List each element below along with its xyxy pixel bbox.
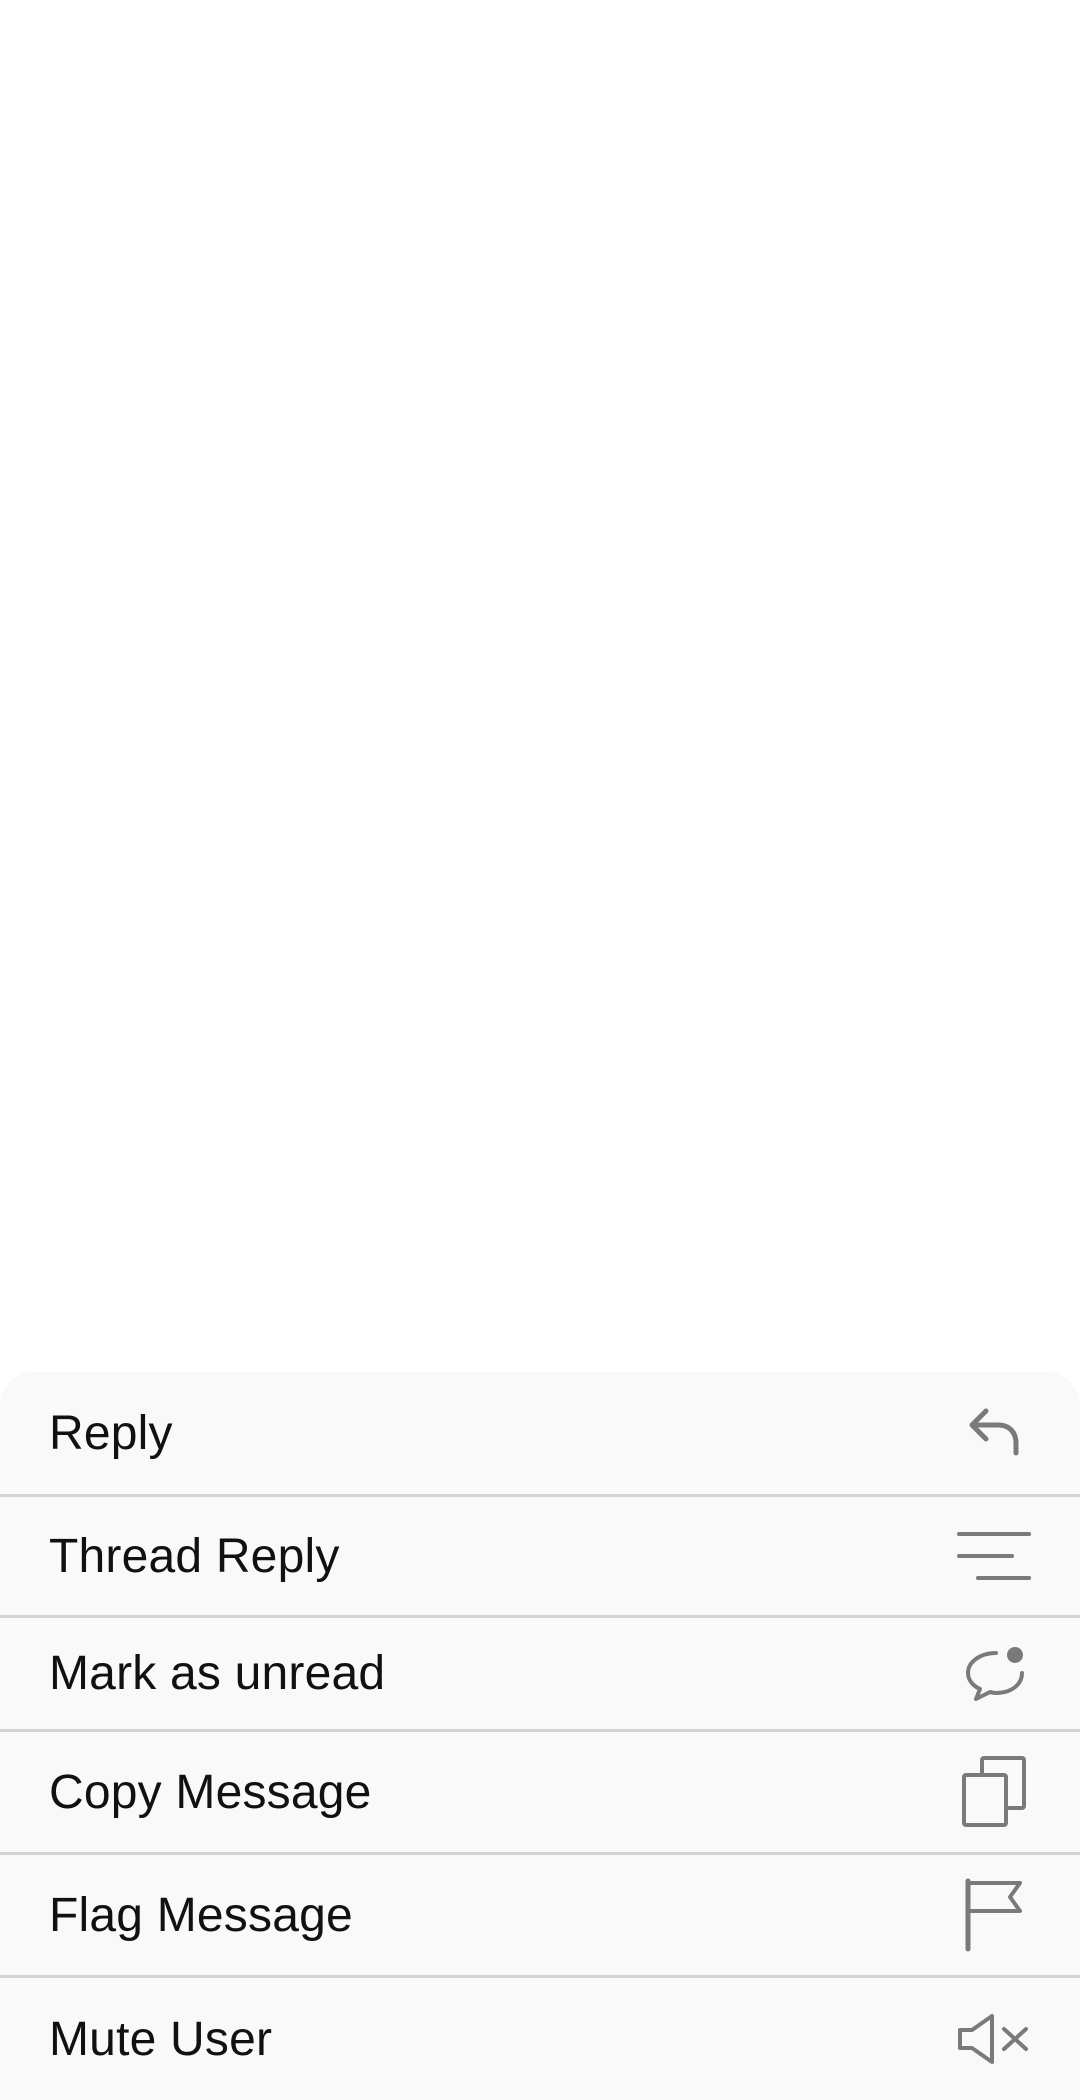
screen-backdrop[interactable] (0, 0, 1080, 1372)
menu-item-label: Mark as unread (49, 1647, 386, 1700)
menu-item-label: Flag Message (49, 1888, 353, 1942)
menu-item-mute-user[interactable]: Mute User (0, 1978, 1080, 2100)
menu-item-flag-message[interactable]: Flag Message (0, 1855, 1080, 1975)
menu-item-thread-reply[interactable]: Thread Reply (0, 1497, 1080, 1615)
menu-item-label: Mute User (49, 2012, 273, 2066)
menu-item-label: Copy Message (49, 1765, 372, 1819)
menu-item-label: Thread Reply (49, 1529, 340, 1583)
menu-item-reply[interactable]: Reply (0, 1372, 1080, 1494)
reply-icon (956, 1395, 1032, 1471)
menu-item-label: Reply (49, 1406, 173, 1460)
mute-icon (956, 2001, 1032, 2077)
menu-item-mark-as-unread[interactable]: Mark as unread (0, 1618, 1080, 1729)
message-action-sheet: Reply Thread Reply Mark as unread Copy M… (0, 1372, 1080, 2100)
copy-icon (956, 1754, 1032, 1830)
menu-item-copy-message[interactable]: Copy Message (0, 1732, 1080, 1852)
thread-reply-icon (956, 1518, 1032, 1594)
mark-unread-icon (956, 1636, 1032, 1712)
flag-icon (956, 1877, 1032, 1953)
